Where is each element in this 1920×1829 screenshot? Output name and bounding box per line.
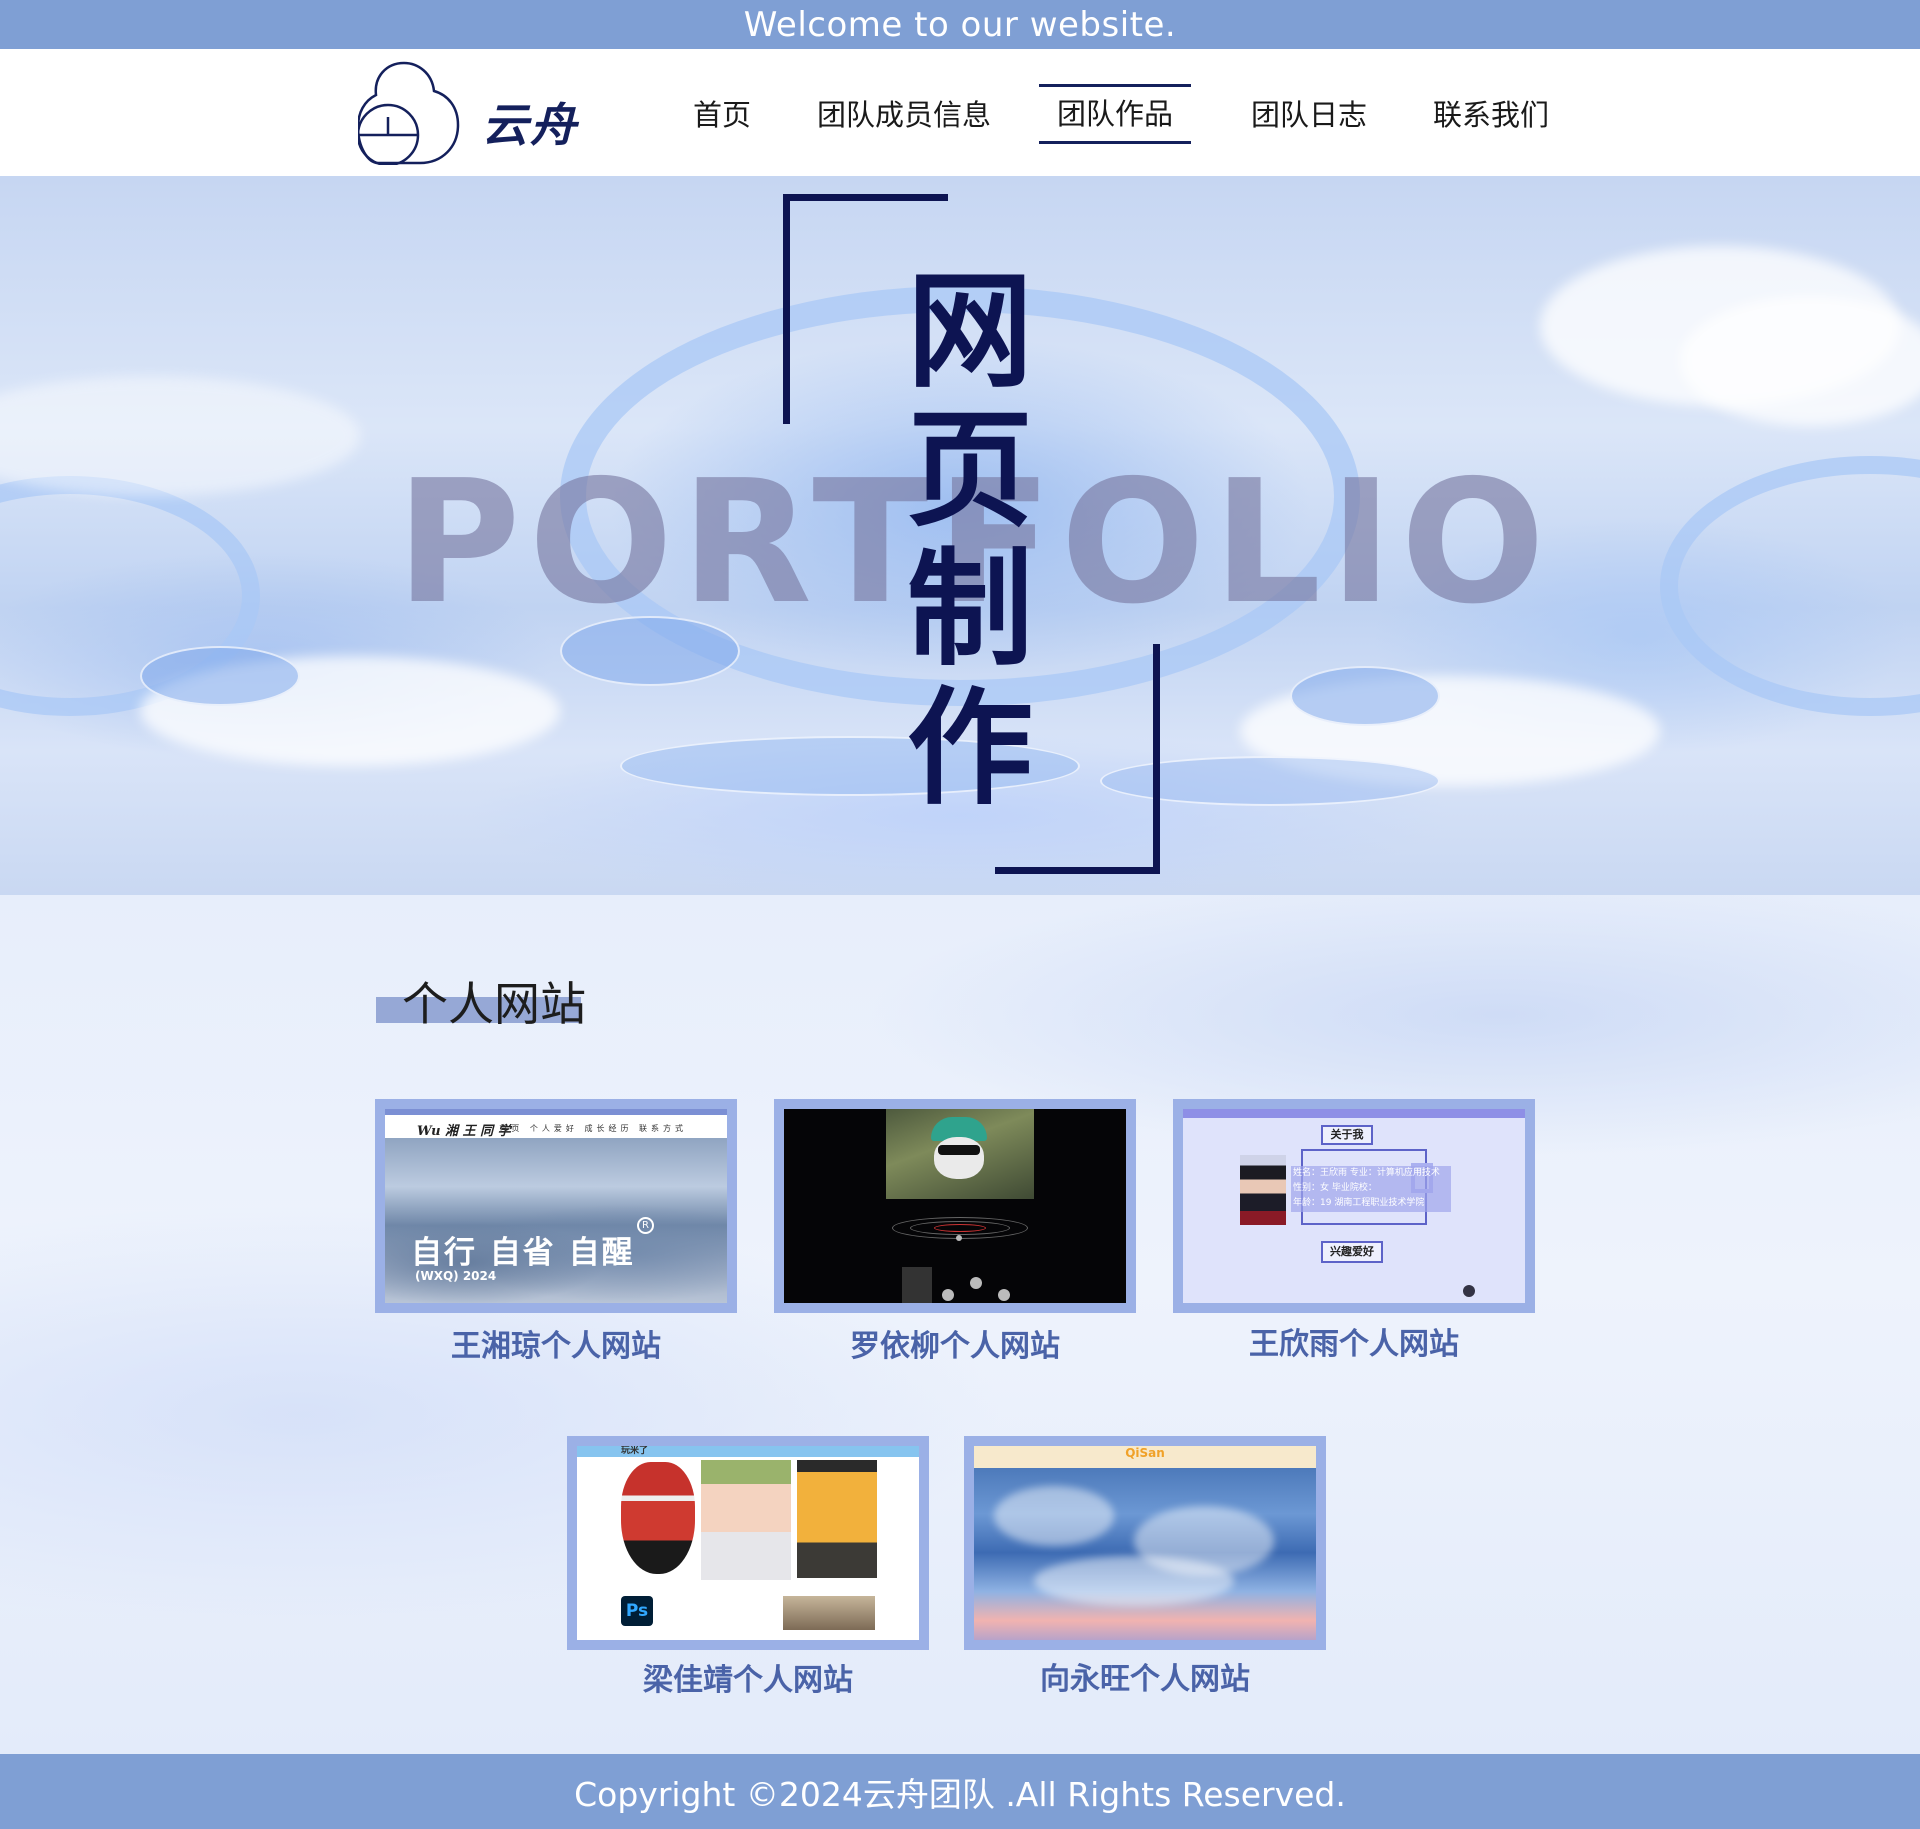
website-card-4[interactable]: 玩米了 Ps — [567, 1436, 929, 1650]
thumb-opera-mask — [621, 1462, 695, 1574]
registered-icon: R — [637, 1217, 654, 1234]
thumb-orbit — [934, 1224, 986, 1232]
thumb-header — [1183, 1109, 1525, 1118]
logo-text: 云舟 — [482, 98, 578, 152]
thumb-food-photo — [797, 1460, 877, 1578]
website-card-5-label[interactable]: 向永旺个人网站 — [964, 1654, 1326, 1698]
welcome-text: Welcome to our website. — [743, 4, 1177, 45]
website-card-2-label[interactable]: 罗依柳个人网站 — [774, 1321, 1136, 1365]
hero-cloud — [0, 376, 360, 496]
works-section: 个人网站 Wu 湘 王 同 学 首页 个人爱好 成长经历 联系方式 自行 自省 … — [0, 895, 1920, 1754]
thumb-photo-face — [934, 1137, 984, 1179]
website-thumbnail[interactable]: 关于我 姓名：王欣雨 专业：计算机应用技术 性别：女 毕业院校： 年龄：19 湖… — [1183, 1109, 1525, 1303]
hero-title-char: 制 — [907, 536, 1033, 683]
thumb-nav-links: 首页 个人爱好 成长经历 联系方式 — [499, 1124, 687, 1133]
hero-vertical-title: 网 页 制 作 — [900, 262, 1040, 818]
thumb-portrait — [1240, 1155, 1286, 1225]
nav-home[interactable]: 首页 — [693, 95, 751, 135]
website-thumbnail[interactable]: 玩米了 Ps — [577, 1446, 919, 1640]
hero-platform — [140, 646, 300, 706]
thumb-panel — [902, 1267, 932, 1303]
thumb-planet — [956, 1235, 962, 1241]
website-card-1[interactable]: Wu 湘 王 同 学 首页 个人爱好 成长经历 联系方式 自行 自省 自醒 (W… — [375, 1099, 737, 1313]
thumb-brand: Wu 湘 王 同 学 — [417, 1124, 511, 1139]
hero-ring-decoration — [1660, 456, 1920, 716]
thumb-brand: 玩米了 — [621, 1446, 649, 1456]
thumb-photo — [886, 1109, 1034, 1199]
hero-platform — [1290, 666, 1440, 726]
thumb-slogan: 自行 自省 自醒 — [411, 1235, 635, 1271]
thumb-info-line: 姓名：王欣雨 专业：计算机应用技术 — [1293, 1168, 1440, 1178]
thumb-control-icon — [970, 1277, 982, 1289]
hero-title-char: 网 — [907, 258, 1033, 405]
welcome-bar: Welcome to our website. — [0, 0, 1920, 49]
photoshop-icon: Ps — [621, 1596, 653, 1626]
website-thumbnail[interactable] — [784, 1109, 1126, 1303]
nav-team-works[interactable]: 团队作品 — [1039, 84, 1192, 144]
website-card-4-label[interactable]: 梁佳靖个人网站 — [567, 1655, 929, 1699]
nav-contact[interactable]: 联系我们 — [1433, 95, 1549, 135]
hero-title-char: 页 — [907, 397, 1033, 544]
thumb-room-photo — [783, 1596, 875, 1630]
website-card-1-label[interactable]: 王湘琼个人网站 — [375, 1321, 737, 1365]
hero-cloud — [1680, 296, 1920, 426]
copyright-text: Copyright ©2024云舟团队 .All Rights Reserved… — [574, 1774, 1346, 1814]
thumb-control-icon — [942, 1289, 954, 1301]
thumb-about-box: 关于我 — [1321, 1125, 1373, 1145]
thumb-info-line: 年龄：19 湖南工程职业技术学院 — [1293, 1198, 1425, 1208]
thumb-cloud — [994, 1486, 1114, 1546]
hero-title-char: 作 — [907, 675, 1033, 822]
nav-team-members[interactable]: 团队成员信息 — [817, 95, 991, 135]
site-header: 云舟 首页 团队成员信息 团队作品 团队日志 联系我们 — [0, 49, 1920, 176]
website-thumbnail[interactable]: Wu 湘 王 同 学 首页 个人爱好 成长经历 联系方式 自行 自省 自醒 (W… — [385, 1109, 727, 1303]
website-card-2[interactable] — [774, 1099, 1136, 1313]
website-card-5[interactable]: QiSan — [964, 1436, 1326, 1650]
thumb-photo-glasses — [938, 1145, 980, 1155]
site-footer: Copyright ©2024云舟团队 .All Rights Reserved… — [0, 1754, 1920, 1829]
hero-banner: PORTFOLIO 网 页 制 作 — [0, 176, 1920, 895]
nav-team-log[interactable]: 团队日志 — [1251, 95, 1367, 135]
thumb-control-icon — [998, 1289, 1010, 1301]
website-card-3-label[interactable]: 王欣雨个人网站 — [1173, 1319, 1535, 1363]
thumb-cloud — [1034, 1556, 1234, 1606]
thumb-portrait — [701, 1460, 791, 1580]
thumb-info-line: 性别：女 毕业院校： — [1293, 1183, 1377, 1193]
thumb-year: (WXQ) 2024 — [415, 1269, 497, 1283]
thumb-info: 姓名：王欣雨 专业：计算机应用技术 性别：女 毕业院校： 年龄：19 湖南工程职… — [1291, 1166, 1451, 1212]
website-thumbnail[interactable]: QiSan — [974, 1446, 1316, 1640]
scroll-top-icon — [1463, 1285, 1475, 1297]
thumb-hobby-box: 兴趣爱好 — [1321, 1241, 1383, 1263]
section-heading-text: 个人网站 — [402, 977, 586, 1031]
website-card-3[interactable]: 关于我 姓名：王欣雨 专业：计算机应用技术 性别：女 毕业院校： 年龄：19 湖… — [1173, 1099, 1535, 1313]
thumb-brand: QiSan — [1125, 1446, 1165, 1460]
